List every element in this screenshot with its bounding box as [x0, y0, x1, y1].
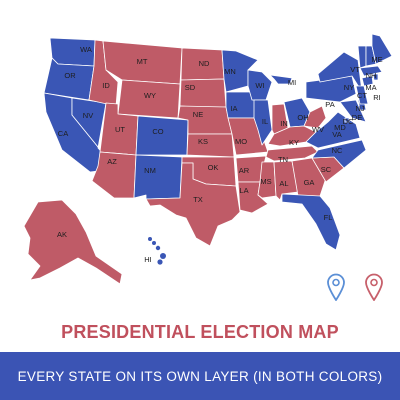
state-label-UT: UT — [115, 125, 125, 134]
map-pin-icon — [326, 273, 346, 302]
state-label-AZ: AZ — [107, 157, 117, 166]
state-label-NV: NV — [83, 111, 93, 120]
state-label-ME: ME — [371, 55, 382, 64]
state-AK — [23, 199, 123, 285]
state-label-CO: CO — [152, 127, 163, 136]
state-label-VT: VT — [350, 65, 360, 74]
state-label-TN: TN — [278, 155, 288, 164]
state-label-IA: IA — [230, 104, 237, 113]
map-pin-icon — [364, 273, 384, 302]
state-label-OH: OH — [297, 113, 308, 122]
state-label-AK: AK — [57, 230, 67, 239]
state-KS — [186, 133, 235, 158]
state-label-OR: OR — [64, 71, 76, 80]
state-label-AL: AL — [279, 179, 288, 188]
states-layer — [23, 33, 393, 285]
hawaii-island — [157, 259, 163, 265]
state-label-GA: GA — [304, 178, 315, 187]
state-label-SD: SD — [185, 83, 196, 92]
state-label-CA: CA — [58, 129, 68, 138]
state-label-MS: MS — [260, 177, 271, 186]
state-label-WI: WI — [255, 81, 264, 90]
subtitle-banner: EVERY STATE ON ITS OWN LAYER (IN BOTH CO… — [0, 352, 400, 400]
state-FL — [281, 193, 341, 251]
state-label-ID: ID — [102, 81, 110, 90]
hawaii-island — [152, 241, 156, 245]
state-label-KS: KS — [198, 137, 208, 146]
subtitle-text: EVERY STATE ON ITS OWN LAYER (IN BOTH CO… — [17, 368, 383, 384]
state-label-CT: CT — [357, 91, 367, 100]
state-label-IN: IN — [280, 119, 288, 128]
state-label-NC: NC — [332, 146, 343, 155]
state-label-KY: KY — [289, 138, 299, 147]
state-label-FL: FL — [324, 213, 333, 222]
state-label-WV: WV — [312, 125, 324, 134]
hawaii-island — [160, 253, 166, 259]
hawaii-island — [148, 237, 152, 241]
state-label-PA: PA — [325, 100, 334, 109]
state-label-WA: WA — [80, 45, 92, 54]
page-title: PRESIDENTIAL ELECTION MAP — [61, 322, 339, 342]
state-label-RI: RI — [373, 93, 381, 102]
state-label-IL: IL — [262, 117, 268, 126]
state-label-MI: MI — [288, 78, 296, 87]
state-label-ND: ND — [199, 59, 210, 68]
state-label-HI: HI — [144, 255, 152, 264]
map-canvas: WA OR CA NV ID MT WY UT AZ CO NM ND SD NE KS OK TX MN IA MO… — [23, 33, 393, 285]
state-label-NJ: NJ — [355, 104, 364, 113]
state-label-MA: MA — [365, 83, 376, 92]
hawaii-island — [155, 245, 161, 251]
state-label-MN: MN — [224, 67, 236, 76]
state-label-MO: MO — [235, 137, 247, 146]
state-label-NY: NY — [344, 83, 354, 92]
state-label-LA: LA — [239, 186, 248, 195]
state-label-OK: OK — [208, 163, 219, 172]
state-label-AR: AR — [239, 166, 250, 175]
state-label-TX: TX — [193, 195, 203, 204]
state-label-SC: SC — [321, 165, 332, 174]
state-label-NM: NM — [144, 166, 156, 175]
us-election-map: WA OR CA NV ID MT WY UT AZ CO NM ND SD NE KS OK TX MN IA MO… — [0, 0, 400, 320]
state-label-WY: WY — [144, 91, 156, 100]
state-label-NE: NE — [193, 110, 203, 119]
state-NM — [133, 154, 183, 200]
state-label-MT: MT — [137, 57, 148, 66]
state-label-DC: DC — [343, 117, 354, 126]
state-label-NH: NH — [366, 71, 377, 80]
